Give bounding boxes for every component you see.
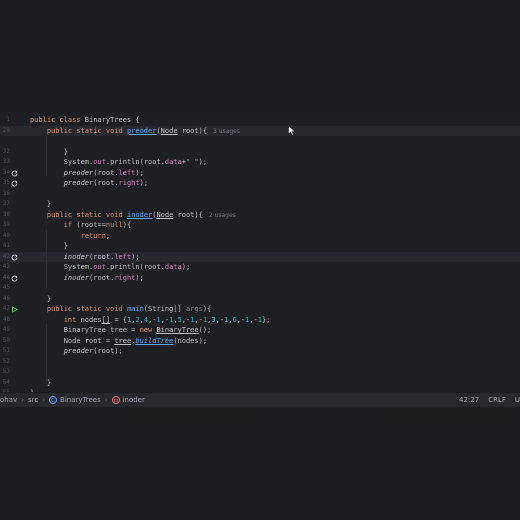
- code-line[interactable]: 40 return;: [0, 231, 520, 242]
- svg-text:m: m: [113, 398, 118, 404]
- chevron-right-icon: ›: [21, 396, 24, 404]
- indent-guide: [46, 136, 47, 176]
- line-number: 47: [2, 305, 10, 312]
- code-line[interactable]: 38 public static void inoder(Node root){…: [0, 210, 520, 221]
- indent-guide: [46, 324, 47, 382]
- indent-guide: [46, 229, 47, 289]
- method-icon: m: [111, 396, 120, 404]
- code-text: preoder(root.right);: [63, 179, 149, 187]
- caret-position[interactable]: 42:27: [459, 396, 479, 404]
- line-number: 50: [2, 336, 10, 344]
- line-number: 43: [2, 263, 10, 270]
- line-number: 52: [2, 357, 10, 365]
- line-number: 41: [2, 242, 10, 249]
- code-text: preoder(root.left);: [63, 168, 144, 177]
- line-number: 33: [2, 158, 10, 165]
- line-number: 54: [2, 378, 10, 386]
- recursive-call-icon[interactable]: [11, 253, 18, 261]
- line-number: 51: [2, 347, 10, 354]
- code-text: }: [30, 242, 68, 250]
- line-number: 39: [2, 221, 10, 228]
- code-text: inoder(root.right);: [63, 273, 144, 282]
- code-line[interactable]: 41 }: [0, 241, 520, 252]
- code-line[interactable]: 48 int nodes[] = {1,2,4,-1,-1,5,-1,-1,3,…: [0, 315, 520, 326]
- code-line[interactable]: 44 inoder(root.right);: [0, 273, 520, 284]
- code-text: preoder(root);: [63, 347, 123, 355]
- breadcrumb-item-src[interactable]: src: [28, 396, 38, 404]
- code-line[interactable]: 39 if (root==null){: [0, 220, 520, 231]
- line-number: 45: [2, 284, 10, 291]
- line-number: 35: [2, 179, 10, 186]
- line-ending[interactable]: CRLF: [488, 396, 506, 404]
- line-number: 42: [2, 252, 10, 260]
- code-text: public class BinaryTrees {: [30, 116, 140, 124]
- code-text: BinaryTree tree = new BinaryTree();: [30, 326, 212, 334]
- status-bar: ohav › src › C BinaryTrees › m inoder 42…: [0, 392, 520, 407]
- line-number: 40: [2, 231, 10, 239]
- code-text: public static void main(String[] args){: [46, 305, 212, 313]
- mouse-cursor-icon: [288, 125, 296, 136]
- line-number: 34: [2, 168, 10, 176]
- breadcrumb[interactable]: ohav › src › C BinaryTrees › m inoder: [0, 396, 145, 404]
- code-line[interactable]: 42 inoder(root.left);: [0, 251, 520, 262]
- line-number: 20: [2, 126, 10, 134]
- line-number: 1: [6, 116, 10, 123]
- code-line[interactable]: 52: [0, 357, 520, 368]
- code-line[interactable]: 45: [0, 283, 520, 294]
- code-text: int nodes[] = {1,2,4,-1,-1,5,-1,-1,3,-1,…: [63, 315, 271, 324]
- recursive-call-icon[interactable]: [11, 169, 18, 177]
- code-line[interactable]: 47 public static void main(String[] args…: [0, 304, 520, 315]
- code-editor[interactable]: 1 public class BinaryTrees {20 public sta…: [0, 112, 520, 392]
- code-line[interactable]: 32 }: [0, 147, 520, 158]
- code-text: }: [30, 147, 68, 156]
- code-line[interactable]: 33 System.out.println(root.data+" ");: [0, 157, 520, 168]
- recursive-call-icon[interactable]: [11, 180, 18, 187]
- breadcrumb-item-project[interactable]: ohav: [0, 396, 17, 404]
- code-line[interactable]: 51 preoder(root);: [0, 346, 520, 357]
- code-line[interactable]: 50 Node root = tree.buildTree(nodes);: [0, 336, 520, 347]
- file-encoding[interactable]: U: [515, 396, 520, 404]
- code-text: System.out.println(root.data);: [30, 263, 191, 271]
- code-line[interactable]: 36: [0, 189, 520, 200]
- code-text: Node root = tree.buildTree(nodes);: [30, 336, 208, 345]
- code-line[interactable]: 37 }: [0, 199, 520, 210]
- code-line[interactable]: 46 }: [0, 294, 520, 305]
- ide-window: 1 public class BinaryTrees {20 public sta…: [0, 0, 520, 520]
- run-icon[interactable]: [11, 306, 18, 313]
- line-number: 37: [2, 200, 10, 207]
- line-number: 49: [2, 326, 10, 333]
- line-number: 36: [2, 189, 10, 197]
- chevron-right-icon: ›: [104, 396, 108, 404]
- line-number: 48: [2, 315, 10, 323]
- breadcrumb-item-method[interactable]: inoder: [123, 396, 145, 404]
- svg-text:C: C: [51, 398, 55, 404]
- code-text: }: [30, 200, 52, 208]
- code-line[interactable]: 20 public static void preoder(Node root)…: [0, 125, 520, 136]
- recursive-call-icon[interactable]: [11, 274, 18, 282]
- code-text: return;: [80, 231, 111, 240]
- code-text: }: [30, 378, 52, 387]
- line-number: 44: [2, 273, 10, 281]
- chevron-right-icon: ›: [42, 396, 46, 404]
- code-text: }: [30, 294, 52, 303]
- code-line[interactable]: [0, 136, 520, 147]
- code-line[interactable]: 34 preoder(root.left);: [0, 168, 520, 179]
- breadcrumb-item-class[interactable]: BinaryTrees: [60, 396, 101, 404]
- line-number: 38: [2, 210, 10, 218]
- line-number: 53: [2, 368, 10, 375]
- code-line[interactable]: 43 System.out.println(root.data);: [0, 262, 520, 273]
- line-number: 32: [2, 147, 10, 155]
- line-number: 46: [2, 294, 10, 302]
- code-line[interactable]: 53: [0, 367, 520, 378]
- code-text: System.out.println(root.data+" ");: [30, 158, 208, 166]
- code-line[interactable]: 54 }: [0, 378, 520, 389]
- code-line[interactable]: 35 preoder(root.right);: [0, 178, 520, 189]
- class-icon: C: [49, 396, 58, 404]
- code-line[interactable]: 1 public class BinaryTrees {: [0, 115, 520, 126]
- code-line[interactable]: 49 BinaryTree tree = new BinaryTree();: [0, 325, 520, 336]
